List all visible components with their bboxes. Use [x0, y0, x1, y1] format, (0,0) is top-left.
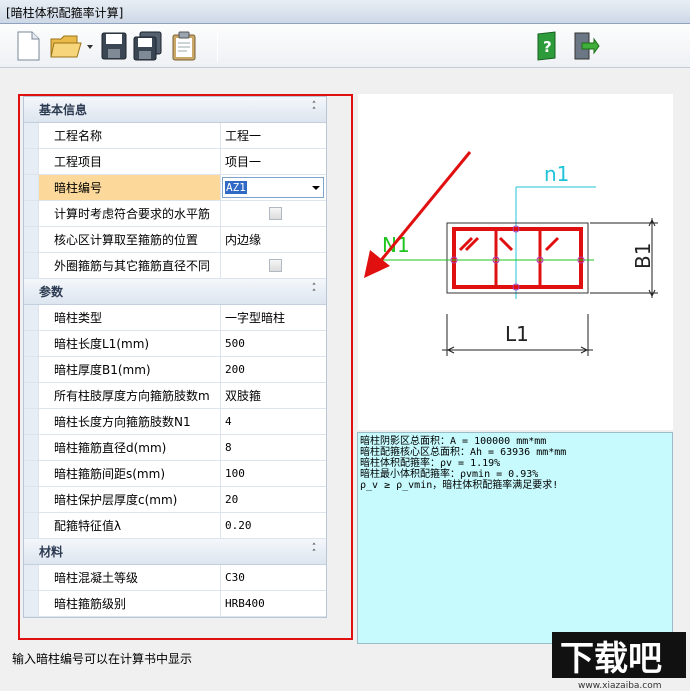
- result-line: ρ_v ≥ ρ_vmin，暗柱体积配箍率满足要求!: [360, 480, 559, 491]
- window-title: [暗柱体积配箍率计算]: [0, 0, 690, 24]
- result-line: 暗柱配箍核心区总面积：Ah = 63936 mm*mm: [360, 447, 567, 458]
- highlight-frame: [18, 94, 353, 640]
- column-section-drawing: n1 N1 B1 L1: [358, 94, 673, 430]
- label-L1: L1: [505, 322, 529, 346]
- result-line: 暗柱阴影区总面积：A = 100000 mm*mm: [360, 436, 547, 447]
- label-n1: n1: [544, 162, 569, 186]
- clipboard-icon[interactable]: [168, 29, 200, 63]
- save-all-icon[interactable]: [132, 29, 164, 63]
- result-output: 暗柱阴影区总面积：A = 100000 mm*mm 暗柱配箍核心区总面积：Ah =…: [357, 432, 673, 644]
- save-icon[interactable]: [98, 29, 130, 63]
- status-hint: 输入暗柱编号可以在计算书中显示: [12, 652, 193, 666]
- watermark-logo: 下载吧 www.xiazaiba.com: [552, 632, 686, 691]
- help-icon[interactable]: ?: [532, 29, 564, 63]
- toolbar: ?: [0, 24, 690, 68]
- label-B1: B1: [631, 243, 655, 269]
- watermark-url: www.xiazaiba.com: [578, 681, 662, 690]
- result-line: 暗柱最小体积配箍率：ρvmin = 0.93%: [360, 469, 539, 480]
- watermark-text: 下载吧: [560, 639, 662, 679]
- exit-icon[interactable]: [570, 29, 602, 63]
- result-line: 暗柱体积配箍率：ρv = 1.19%: [360, 458, 501, 469]
- open-folder-icon[interactable]: [48, 29, 96, 63]
- new-file-icon[interactable]: [12, 29, 44, 63]
- svg-text:?: ?: [543, 38, 552, 56]
- toolbar-separator: [217, 30, 218, 62]
- label-N1: N1: [382, 233, 410, 257]
